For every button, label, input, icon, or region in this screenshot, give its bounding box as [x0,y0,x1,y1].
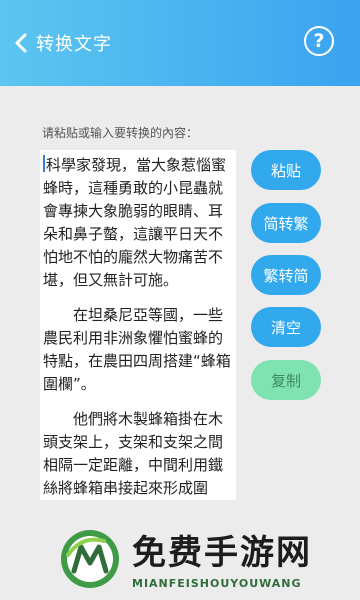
text-paragraph: 在坦桑尼亞等國，一些農民利用非洲象懼怕蜜蜂的特點，在農田四周搭建“蜂箱圍欄”。 [43,306,231,393]
watermark-name: 免费手游网 [132,532,312,573]
watermark-logo-icon [58,527,122,595]
watermark: 免费手游网 MIANFEISHOUYOUWANG [58,523,348,599]
page-title: 转换文字 [36,34,112,55]
text-input-area[interactable]: 科學家發現，當大象惹惱蜜蜂時，這種勇敢的小昆蟲就會專揀大象脆弱的眼睛、耳朵和鼻子… [40,150,236,500]
to-simplified-button[interactable]: 繁转简 [251,255,321,295]
help-button[interactable]: ? [304,26,334,56]
back-button[interactable]: 转换文字 [14,28,112,58]
copy-button[interactable]: 复制 [251,360,321,400]
paragraph-text: 科學家發現，當大象惹惱蜜蜂時，這種勇敢的小昆蟲就會專揀大象脆弱的眼睛、耳朵和鼻子… [43,156,227,289]
watermark-domain: MIANFEISHOUYOUWANG [132,576,302,590]
chevron-left-icon [14,32,28,54]
paste-button[interactable]: 粘贴 [251,150,321,190]
text-paragraph: 科學家發現，當大象惹惱蜜蜂時，這種勇敢的小昆蟲就會專揀大象脆弱的眼睛、耳朵和鼻子… [43,154,232,292]
app-bar: 转换文字 ? [0,0,360,86]
question-icon: ? [313,30,325,52]
text-cursor [43,155,45,172]
text-paragraph: 他們將木製蜂箱掛在木頭支架上，支架和支架之間相隔一定距離，中間利用鐵絲將蜂箱串接… [43,410,224,497]
to-traditional-button[interactable]: 简转繁 [251,203,321,243]
clear-button[interactable]: 清空 [251,307,321,347]
input-prompt: 请粘贴或输入要转换的內容： [42,126,199,140]
